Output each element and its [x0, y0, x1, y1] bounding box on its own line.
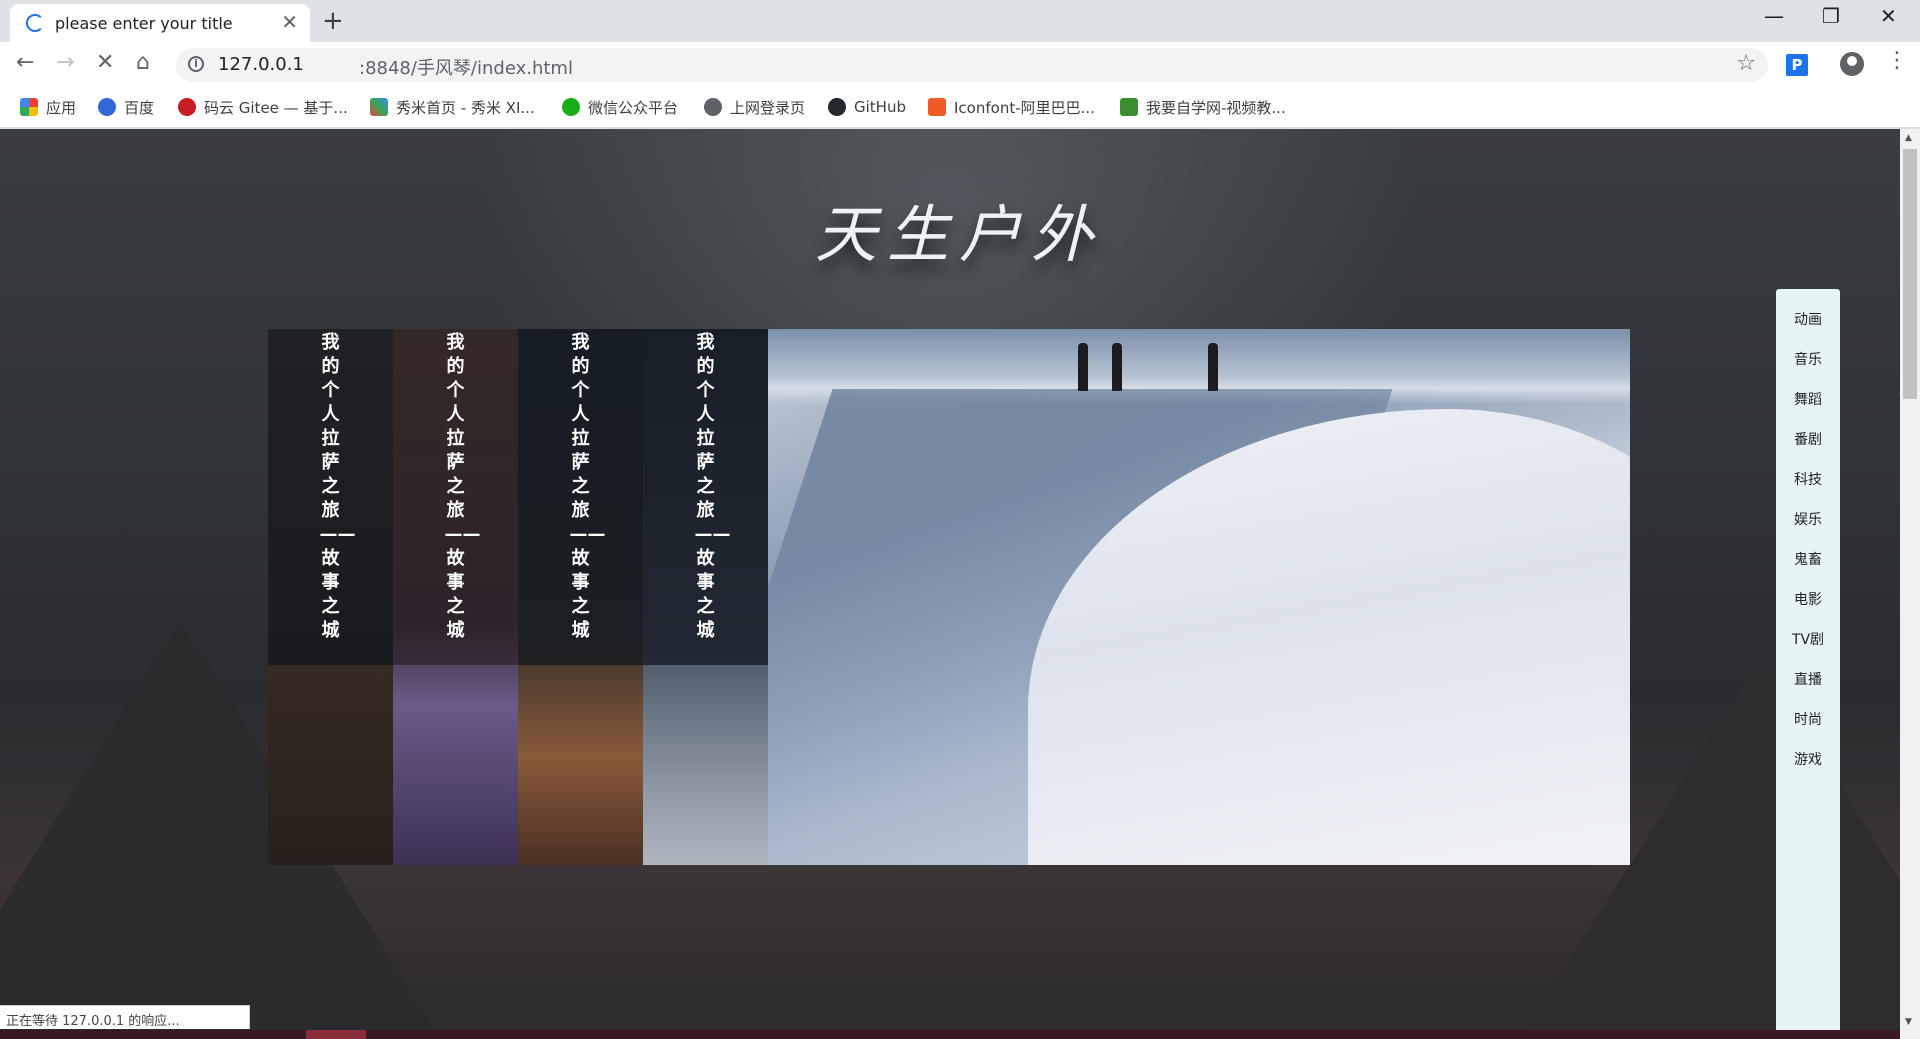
nav-item-game[interactable]: 游戏 [1776, 749, 1840, 769]
minimize-button[interactable]: — [1764, 4, 1784, 28]
bookmark-login-page[interactable]: 上网登录页 [704, 96, 805, 118]
loading-spinner-icon [26, 14, 44, 32]
github-icon [828, 98, 846, 116]
iconfont-icon [928, 98, 946, 116]
nav-item-animation[interactable]: 动画 [1776, 309, 1840, 329]
profile-avatar-icon[interactable] [1840, 52, 1864, 76]
bookmark-wechat[interactable]: 微信公众平台 [562, 96, 678, 118]
accordion-gallery: 我的个人拉萨之旅——故事之城 我的个人拉萨之旅——故事之城 我的个人拉萨之旅——… [268, 329, 1630, 865]
accordion-panel-2[interactable]: 我的个人拉萨之旅——故事之城 [393, 329, 518, 865]
url-host: 127.0.0.1 [218, 54, 304, 75]
gitee-icon [178, 98, 196, 116]
url-path: :8848/手风琴/index.html [359, 58, 573, 79]
home-button[interactable]: ⌂ [136, 50, 150, 75]
bookmark-apps[interactable]: 应用 [20, 96, 76, 118]
tab-close-icon[interactable]: ✕ [281, 10, 298, 34]
bookmark-github[interactable]: GitHub [828, 96, 906, 118]
nav-item-live[interactable]: 直播 [1776, 669, 1840, 689]
scroll-down-arrow-icon[interactable]: ▼ [1905, 1017, 1912, 1027]
page-scrollbar[interactable]: ▲ ▼ [1900, 129, 1920, 1039]
climber-figure [1078, 343, 1088, 391]
new-tab-button[interactable]: + [322, 6, 344, 36]
accordion-panel-3[interactable]: 我的个人拉萨之旅——故事之城 [518, 329, 643, 865]
panel-caption-bg: 我的个人拉萨之旅——故事之城 [643, 329, 768, 665]
bookmark-baidu[interactable]: 百度 [98, 96, 154, 118]
bookmark-label: GitHub [854, 98, 906, 116]
bookmark-label: 我要自学网-视频教... [1146, 98, 1286, 117]
bookmark-label: 应用 [46, 98, 77, 117]
browser-menu-icon[interactable]: ⋮ [1886, 48, 1908, 73]
accordion-panel-1[interactable]: 我的个人拉萨之旅——故事之城 [268, 329, 393, 865]
baidu-paw-icon [98, 98, 116, 116]
nav-item-tv-drama[interactable]: TV剧 [1776, 629, 1840, 649]
extension-p-icon[interactable]: P [1786, 54, 1808, 76]
nav-item-tech[interactable]: 科技 [1776, 469, 1840, 489]
apps-grid-icon [20, 98, 38, 116]
bookmark-gitee[interactable]: 码云 Gitee — 基于... [178, 96, 348, 118]
page-viewport: 天生户外 我的个人拉萨之旅——故事之城 我的个人拉萨之旅——故事之城 我的个人拉… [0, 129, 1900, 1039]
page-bottom-strip [0, 1030, 1900, 1039]
bookmark-iconfont[interactable]: Iconfont-阿里巴巴... [928, 96, 1095, 118]
scrollbar-thumb[interactable] [1903, 149, 1917, 399]
bookmark-label: 秀米首页 - 秀米 XI... [396, 98, 535, 117]
panel-caption-bg: 我的个人拉萨之旅——故事之城 [268, 329, 393, 665]
tab-title: please enter your title [55, 14, 233, 33]
nav-item-kichiku[interactable]: 鬼畜 [1776, 549, 1840, 569]
accordion-panel-4[interactable]: 我的个人拉萨之旅——故事之城 [643, 329, 768, 865]
nav-item-music[interactable]: 音乐 [1776, 349, 1840, 369]
forward-button[interactable]: → [56, 50, 74, 75]
nav-item-entertainment[interactable]: 娱乐 [1776, 509, 1840, 529]
bookmark-label: Iconfont-阿里巴巴... [954, 98, 1095, 117]
bookmark-label: 码云 Gitee — 基于... [204, 98, 348, 117]
bookmark-xiumi[interactable]: 秀米首页 - 秀米 XI... [370, 96, 535, 118]
bookmark-label: 百度 [124, 98, 155, 117]
wechat-icon [562, 98, 580, 116]
panel-caption: 我的个人拉萨之旅——故事之城 [319, 332, 356, 641]
panel-caption: 我的个人拉萨之旅——故事之城 [694, 332, 731, 641]
climber-figure [1208, 343, 1218, 391]
nav-item-bangumi[interactable]: 番剧 [1776, 429, 1840, 449]
panel-caption-bg: 我的个人拉萨之旅——故事之城 [393, 329, 518, 665]
nav-item-fashion[interactable]: 时尚 [1776, 709, 1840, 729]
address-bar[interactable]: i 127.0.0.1 :8848/手风琴/index.html ☆ [176, 48, 1768, 82]
accordion-panel-expanded-snow-mountain[interactable] [768, 329, 1630, 865]
scroll-up-arrow-icon[interactable]: ▲ [1905, 133, 1912, 143]
bookmark-star-icon[interactable]: ☆ [1736, 51, 1756, 76]
panel-caption: 我的个人拉萨之旅——故事之城 [444, 332, 481, 641]
xiumi-icon [370, 98, 388, 116]
side-category-nav: 动画 音乐 舞蹈 番剧 科技 娱乐 鬼畜 电影 TV剧 直播 时尚 游戏 [1776, 289, 1840, 1039]
close-window-button[interactable]: ✕ [1880, 4, 1897, 28]
tab-strip: please enter your title ✕ + — ❐ ✕ [0, 0, 1920, 42]
climber-figure [1112, 343, 1122, 391]
back-button[interactable]: ← [16, 50, 34, 75]
nav-item-movie[interactable]: 电影 [1776, 589, 1840, 609]
status-bubble: 正在等待 127.0.0.1 的响应... [0, 1005, 250, 1029]
zixue-icon [1120, 98, 1138, 116]
panel-caption: 我的个人拉萨之旅——故事之城 [569, 332, 606, 641]
browser-tab[interactable]: please enter your title ✕ [10, 4, 310, 42]
maximize-button[interactable]: ❐ [1822, 4, 1840, 28]
bookmark-label: 上网登录页 [730, 98, 806, 117]
bookmarks-bar: 应用 百度 码云 Gitee — 基于... 秀米首页 - 秀米 XI... 微… [0, 86, 1920, 128]
globe-icon [704, 98, 722, 116]
stop-loading-button[interactable]: ✕ [96, 50, 114, 75]
site-logo: 天生户外 [815, 198, 1104, 271]
nav-item-dance[interactable]: 舞蹈 [1776, 389, 1840, 409]
bottom-strip-highlight [306, 1030, 366, 1039]
bookmark-label: 微信公众平台 [588, 98, 679, 117]
panel-caption-bg: 我的个人拉萨之旅——故事之城 [518, 329, 643, 665]
site-info-icon[interactable]: i [188, 56, 204, 72]
bookmark-zixue[interactable]: 我要自学网-视频教... [1120, 96, 1286, 118]
browser-toolbar: ← → ✕ ⌂ i 127.0.0.1 :8848/手风琴/index.html… [0, 42, 1920, 86]
